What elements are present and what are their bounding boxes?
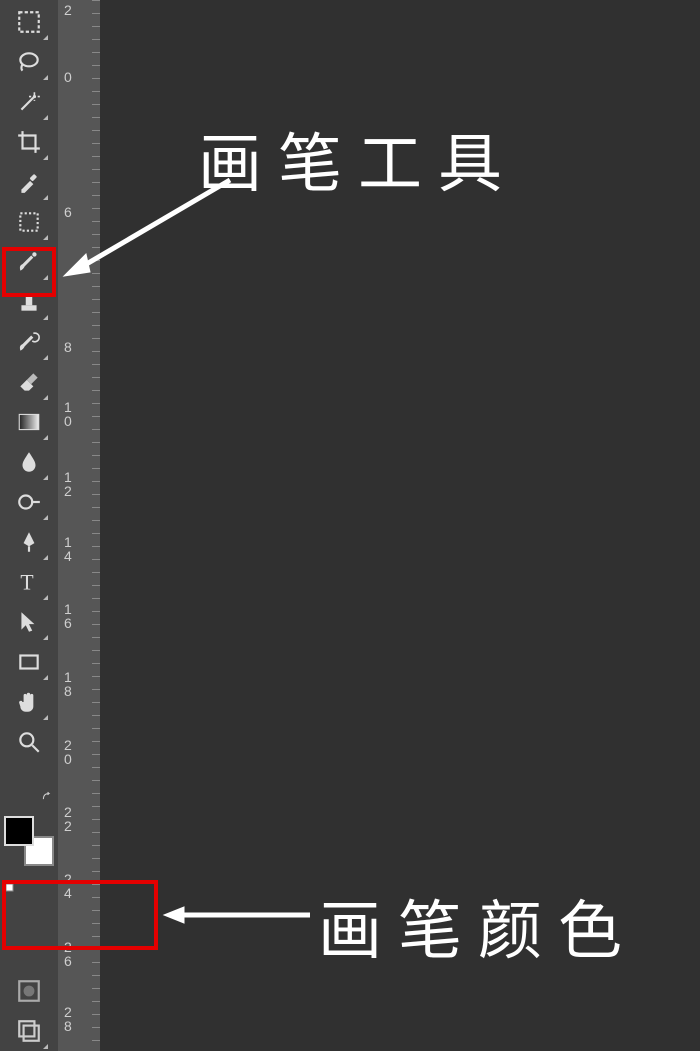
patch-tool[interactable]: [8, 202, 50, 242]
type-tool[interactable]: T: [8, 562, 50, 602]
ruler-mark: 2 8: [64, 1005, 72, 1033]
annotation-brush-color-label: 画笔颜色: [318, 880, 638, 972]
annotation-brush-tool-label: 画笔工具: [198, 113, 518, 205]
ruler-mark: 8: [64, 340, 72, 354]
rectangle-icon: [16, 649, 42, 675]
path-selection-tool[interactable]: [8, 602, 50, 642]
pen-tool[interactable]: [8, 522, 50, 562]
patch-icon: [16, 209, 42, 235]
type-icon: T: [16, 569, 42, 595]
zoom-tool[interactable]: [8, 722, 50, 762]
ruler-mark: 1 6: [64, 602, 72, 630]
brush-tool[interactable]: [8, 242, 50, 282]
eraser-tool[interactable]: [8, 362, 50, 402]
blur-tool[interactable]: [8, 442, 50, 482]
lasso-tool[interactable]: [8, 42, 50, 82]
zoom-icon: [16, 729, 42, 755]
marquee-icon: [16, 9, 42, 35]
screen-mode-tool[interactable]: [8, 1011, 50, 1051]
eyedropper-icon: [16, 169, 42, 195]
swap-colors-icon[interactable]: [4, 802, 54, 816]
ruler-mark: 1 4: [64, 535, 72, 563]
arrow-brush-tool: [60, 172, 235, 282]
magic-wand-icon: [16, 89, 42, 115]
arrow-cursor-icon: [16, 609, 42, 635]
color-swatches[interactable]: [4, 816, 54, 866]
marquee-tool[interactable]: [8, 2, 50, 42]
crop-icon: [16, 129, 42, 155]
ruler-mark: 2 6: [64, 940, 72, 968]
arrow-brush-color: [162, 900, 312, 930]
foreground-color-swatch[interactable]: [4, 816, 34, 846]
crop-tool[interactable]: [8, 122, 50, 162]
dodge-icon: [16, 489, 42, 515]
ruler-mark: 1 2: [64, 470, 72, 498]
quick-mask-tool[interactable]: [8, 971, 50, 1011]
clone-stamp-icon: [16, 289, 42, 315]
ruler-mark: 2 0: [64, 738, 72, 766]
ruler-mark: 2 4: [64, 872, 72, 900]
vertical-ruler: 20681 01 21 41 61 82 02 22 42 62 8: [58, 0, 100, 1051]
ruler-mark: 0: [64, 70, 72, 84]
dodge-tool[interactable]: [8, 482, 50, 522]
quick-mask-icon: [16, 978, 42, 1004]
screen-mode-icon: [16, 1018, 42, 1044]
clone-stamp-tool[interactable]: [8, 282, 50, 322]
eyedropper-tool[interactable]: [8, 162, 50, 202]
hand-icon: [16, 689, 42, 715]
history-brush-tool[interactable]: [8, 322, 50, 362]
magic-wand-tool[interactable]: [8, 82, 50, 122]
tools-panel: T: [0, 0, 58, 1051]
ruler-mark: 2: [64, 3, 72, 17]
gradient-icon: [16, 409, 42, 435]
gradient-tool[interactable]: [8, 402, 50, 442]
blur-icon: [16, 449, 42, 475]
brush-icon: [16, 249, 42, 275]
history-brush-icon: [16, 329, 42, 355]
svg-text:T: T: [20, 571, 33, 595]
ruler-mark: 1 8: [64, 670, 72, 698]
shape-tool[interactable]: [8, 642, 50, 682]
ruler-mark: 1 0: [64, 400, 72, 428]
bottom-tools: [0, 971, 58, 1051]
hand-tool[interactable]: [8, 682, 50, 722]
lasso-icon: [16, 49, 42, 75]
default-colors-icon[interactable]: [4, 866, 54, 880]
ruler-mark: 2 2: [64, 805, 72, 833]
pen-icon: [16, 529, 42, 555]
eraser-icon: [16, 369, 42, 395]
